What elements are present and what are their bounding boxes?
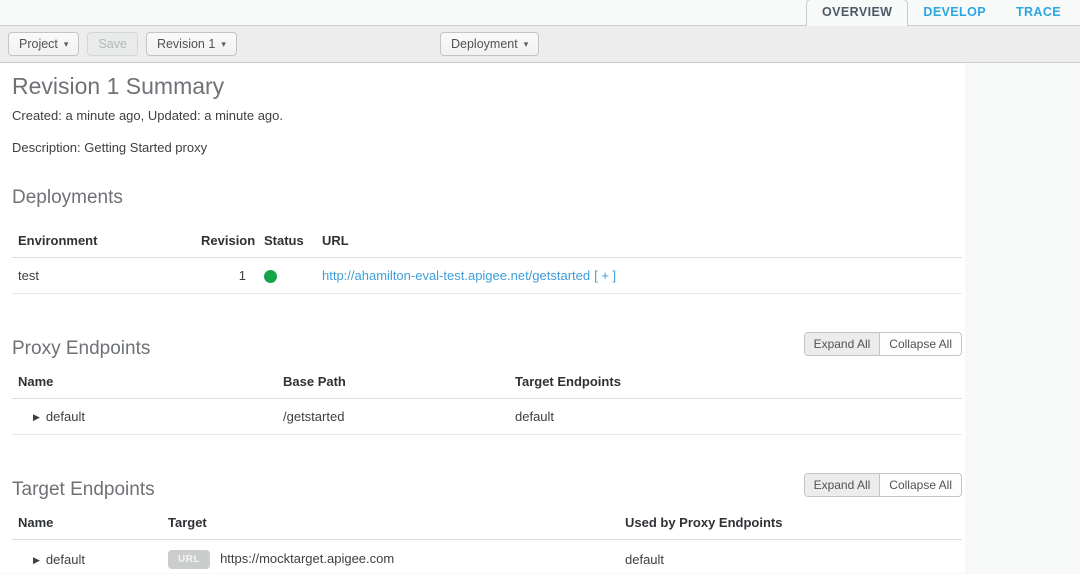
url-type-badge: URL	[168, 550, 210, 569]
column-header-target-endpoints: Target Endpoints	[509, 364, 962, 399]
deployment-menu-label: Deployment	[451, 37, 518, 51]
revision-description: Description: Getting Started proxy	[0, 123, 965, 155]
column-header-base-path: Base Path	[277, 364, 509, 399]
url-expand-control[interactable]: [ + ]	[594, 268, 616, 283]
proxy-expand-all-button[interactable]: Expand All	[805, 333, 881, 355]
tab-trace[interactable]: TRACE	[1001, 0, 1076, 25]
target-endpoints-section-header: Target Endpoints Expand All Collapse All	[0, 475, 965, 505]
proxy-endpoint-base-path: /getstarted	[277, 399, 509, 435]
proxy-endpoint-name[interactable]: default	[46, 409, 85, 424]
deployment-row: test 1 http://ahamilton-eval-test.apigee…	[12, 258, 962, 294]
tab-develop[interactable]: DEVELOP	[908, 0, 1001, 25]
main-content: Revision 1 Summary Created: a minute ago…	[0, 63, 965, 573]
revision-menu-button[interactable]: Revision 1 ▾	[146, 32, 237, 56]
revision-menu-label: Revision 1	[157, 37, 215, 51]
page-title: Revision 1 Summary	[0, 71, 965, 106]
target-endpoint-row: ▶ default URL https://mocktarget.apigee.co…	[12, 540, 962, 574]
column-header-name: Name	[12, 364, 277, 399]
project-menu-label: Project	[19, 37, 58, 51]
column-header-used-by: Used by Proxy Endpoints	[619, 505, 962, 540]
target-endpoint-name[interactable]: default	[46, 552, 85, 567]
tab-bar: OVERVIEW DEVELOP TRACE	[0, 0, 1080, 26]
proxy-collapse-all-button[interactable]: Collapse All	[880, 333, 961, 355]
proxy-endpoint-row: ▶ default /getstarted default	[12, 399, 962, 435]
target-endpoints-table: Name Target Used by Proxy Endpoints ▶ def…	[12, 505, 962, 574]
target-endpoint-used-by: default	[619, 540, 962, 574]
caret-down-icon: ▾	[524, 37, 529, 51]
expand-arrow-icon[interactable]: ▶	[33, 555, 40, 565]
column-header-url: URL	[312, 223, 962, 258]
caret-down-icon: ▾	[221, 37, 226, 51]
target-endpoints-section-title: Target Endpoints	[0, 479, 155, 501]
save-button[interactable]: Save	[87, 32, 138, 56]
deployments-section-title: Deployments	[0, 187, 965, 209]
proxy-endpoints-table: Name Base Path Target Endpoints ▶ default…	[12, 364, 962, 435]
target-endpoint-url: https://mocktarget.apigee.com	[220, 551, 394, 566]
tab-overview[interactable]: OVERVIEW	[806, 0, 908, 26]
column-header-environment: Environment	[12, 223, 195, 258]
column-header-status: Status	[250, 223, 312, 258]
expand-arrow-icon[interactable]: ▶	[33, 412, 40, 422]
proxy-endpoint-targets: default	[509, 399, 962, 435]
target-collapse-all-button[interactable]: Collapse All	[880, 474, 961, 496]
deployment-url-link[interactable]: http://ahamilton-eval-test.apigee.net/ge…	[322, 268, 590, 283]
column-header-target: Target	[162, 505, 619, 540]
proxy-endpoints-expand-controls: Expand All Collapse All	[804, 332, 962, 356]
deployment-revision: 1	[195, 258, 250, 294]
deployment-environment: test	[12, 258, 195, 294]
column-header-name: Name	[12, 505, 162, 540]
target-expand-all-button[interactable]: Expand All	[805, 474, 881, 496]
target-endpoints-expand-controls: Expand All Collapse All	[804, 473, 962, 497]
proxy-endpoints-section-header: Proxy Endpoints Expand All Collapse All	[0, 334, 965, 364]
project-menu-button[interactable]: Project ▾	[8, 32, 79, 56]
deployment-status-icon	[264, 270, 277, 283]
deployment-menu-button[interactable]: Deployment ▾	[440, 32, 539, 56]
caret-down-icon: ▾	[64, 37, 69, 51]
save-button-label: Save	[98, 37, 127, 51]
proxy-endpoints-section-title: Proxy Endpoints	[0, 338, 150, 360]
column-header-revision: Revision	[195, 223, 250, 258]
revision-timestamps: Created: a minute ago, Updated: a minute…	[0, 106, 965, 123]
deployments-table: Environment Revision Status URL test 1 h…	[12, 223, 962, 294]
page-background: Revision 1 Summary Created: a minute ago…	[0, 63, 1080, 573]
toolbar: Project ▾ Save Revision 1 ▾ Deployment ▾	[0, 26, 1080, 63]
